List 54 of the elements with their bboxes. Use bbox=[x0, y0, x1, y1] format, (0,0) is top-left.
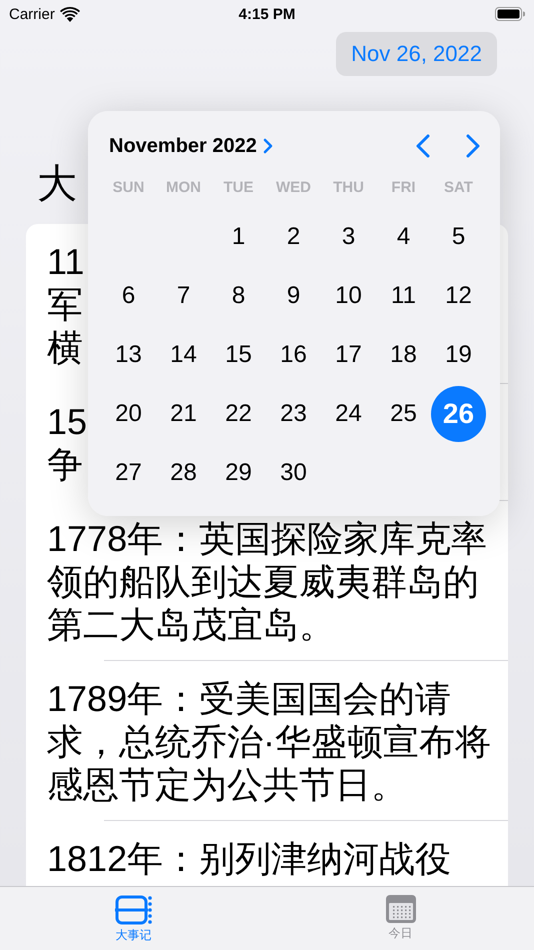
next-month-button[interactable] bbox=[466, 134, 480, 158]
event-text: 1812年：别列津纳河战役 bbox=[47, 837, 452, 880]
calendar-day[interactable]: 1 bbox=[211, 208, 266, 264]
calendar-day[interactable]: 6 bbox=[101, 268, 156, 324]
calendar-day[interactable]: 3 bbox=[321, 208, 376, 264]
calendar-day[interactable]: 19 bbox=[431, 326, 486, 382]
calendar-day[interactable]: 30 bbox=[266, 444, 321, 500]
status-time: 4:15 PM bbox=[238, 6, 296, 22]
weekday-label: SAT bbox=[444, 178, 473, 196]
calendar-day[interactable]: 8 bbox=[211, 268, 266, 324]
calendar-day[interactable]: 12 bbox=[431, 268, 486, 324]
calendar-day[interactable]: 24 bbox=[321, 386, 376, 442]
calendar-day[interactable]: 25 bbox=[376, 386, 431, 442]
weekday-label: TUE bbox=[224, 178, 254, 196]
event-text: 1789年：受美国国会的请 求，总统乔治·华盛顿宣布将 感恩节定为公共节日。 bbox=[47, 677, 491, 806]
wifi-icon bbox=[60, 6, 80, 22]
calendar-icon bbox=[386, 895, 416, 923]
weekday-label: WED bbox=[276, 178, 311, 196]
weekday-label: THU bbox=[333, 178, 364, 196]
calendar-day[interactable]: 22 bbox=[211, 386, 266, 442]
previous-month-button[interactable] bbox=[416, 134, 430, 158]
calendar-day[interactable]: 26 bbox=[431, 386, 486, 442]
month-title[interactable]: November 2022 bbox=[109, 134, 257, 158]
calendar-day[interactable]: 7 bbox=[156, 268, 211, 324]
calendar-day[interactable]: 4 bbox=[376, 208, 431, 264]
calendar-day[interactable]: 18 bbox=[376, 326, 431, 382]
event-text: 1778年：英国探险家库克率 领的船队到达夏威夷群岛的 第二大岛茂宜岛。 bbox=[47, 517, 488, 646]
calendar-day[interactable]: 29 bbox=[211, 444, 266, 500]
calendar-day[interactable]: 5 bbox=[431, 208, 486, 264]
calendar-day[interactable]: 11 bbox=[376, 268, 431, 324]
calendar-day[interactable]: 13 bbox=[101, 326, 156, 382]
calendar-day[interactable]: 16 bbox=[266, 326, 321, 382]
calendar-day[interactable]: 15 bbox=[211, 326, 266, 382]
calendar-day[interactable]: 20 bbox=[101, 386, 156, 442]
weekday-label: MON bbox=[166, 178, 201, 196]
event-text: 11 军 横 bbox=[47, 240, 84, 369]
event-text: 15 争 bbox=[47, 400, 88, 486]
calendar-day[interactable]: 28 bbox=[156, 444, 211, 500]
calendar-day[interactable]: 14 bbox=[156, 326, 211, 382]
weekday-label: FRI bbox=[391, 178, 416, 196]
calendar-day[interactable]: 2 bbox=[266, 208, 321, 264]
carrier-label: Carrier bbox=[9, 6, 55, 22]
calendar-day[interactable]: 17 bbox=[321, 326, 376, 382]
weekday-label: SUN bbox=[112, 178, 144, 196]
calendar-day[interactable]: 21 bbox=[156, 386, 211, 442]
list-icon bbox=[114, 895, 152, 925]
page-title: 大 bbox=[37, 161, 77, 208]
tab-item[interactable]: 大事记 bbox=[0, 887, 267, 950]
calendar-day[interactable]: 23 bbox=[266, 386, 321, 442]
calendar-day[interactable]: 10 bbox=[321, 268, 376, 324]
battery-icon bbox=[495, 7, 525, 21]
calendar-day[interactable]: 27 bbox=[101, 444, 156, 500]
chevron-right-icon[interactable] bbox=[262, 138, 273, 154]
calendar-day[interactable]: 9 bbox=[266, 268, 321, 324]
